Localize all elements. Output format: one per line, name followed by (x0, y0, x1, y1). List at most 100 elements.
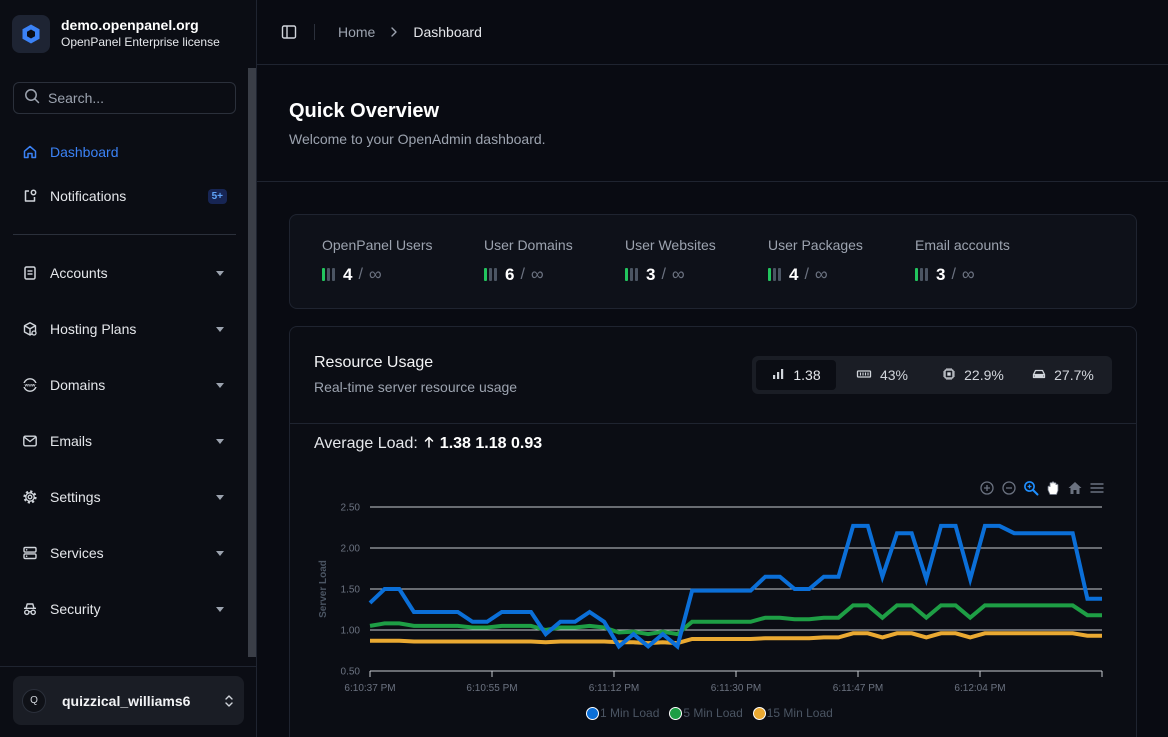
stat-limit: ∞ (961, 264, 975, 284)
resource-tabs: 1.38 43% 22.9% 27.7% (752, 356, 1112, 394)
stat-limit: ∞ (368, 264, 382, 284)
brand[interactable]: demo.openpanel.org OpenPanel Enterprise … (0, 0, 256, 68)
selection-zoom-icon[interactable] (1022, 479, 1040, 497)
x-tick-label: 6:12:04 PM (954, 683, 1005, 694)
y-tick-label: 0.50 (341, 667, 361, 678)
sidebar-item-emails[interactable]: Emails (13, 423, 236, 459)
load-bars-icon (771, 367, 785, 383)
tab-label: 43% (879, 367, 909, 383)
y-axis-label: Server Load (318, 560, 329, 618)
sidebar-item-accounts[interactable]: Accounts (13, 255, 236, 291)
legend-marker (752, 706, 766, 720)
legend-marker (669, 706, 683, 720)
usage-bars-icon (484, 268, 497, 281)
legend-label: 5 Min Load (683, 706, 743, 720)
legend-label: 1 Min Load (600, 706, 660, 720)
stat-user-domains: User Domains 6 / ∞ (484, 237, 573, 285)
package-icon (22, 321, 38, 337)
sidebar-scroll-area: Dashboard Notifications 5+ Accounts (0, 68, 247, 666)
chevron-right-icon (390, 27, 398, 37)
x-tick-label: 6:10:55 PM (466, 683, 517, 694)
brand-title: demo.openpanel.org (61, 17, 199, 33)
stat-limit: ∞ (671, 264, 685, 284)
legend-item-1min[interactable]: 1 Min Load (586, 706, 659, 720)
legend-item-5min[interactable]: 5 Min Load (669, 706, 743, 720)
stat-label: User Packages (768, 237, 863, 253)
sidebar-toggle-icon[interactable] (280, 23, 298, 41)
chevron-down-icon (216, 606, 224, 612)
sidebar-item-notifications[interactable]: Notifications 5+ (13, 178, 236, 214)
sidebar-divider (13, 234, 236, 235)
cpu-icon (942, 367, 956, 384)
arrow-up-icon (424, 435, 434, 453)
y-tick-label: 2.50 (341, 503, 361, 514)
page-title: Quick Overview (289, 100, 440, 122)
top-bar: Home Dashboard (257, 0, 1168, 65)
stat-value: 4 (343, 264, 353, 284)
chart-toolbar (978, 479, 1106, 497)
user-menu-button[interactable]: Q quizzical_williams6 (13, 676, 244, 725)
chevrons-up-down-icon (224, 694, 234, 708)
sidebar-item-label: Hosting Plans (50, 321, 137, 337)
svg-text:www: www (24, 383, 36, 388)
stat-label: OpenPanel Users (322, 237, 433, 253)
sidebar-item-label: Dashboard (50, 144, 119, 160)
y-tick-label: 2.00 (341, 544, 361, 555)
stat-separator: / (661, 265, 666, 283)
user-footer: Q quizzical_williams6 (0, 666, 256, 737)
sidebar-item-domains[interactable]: www Domains (13, 367, 236, 403)
stat-value: 3 (646, 264, 656, 284)
stat-label: User Domains (484, 237, 573, 253)
user-name: quizzical_williams6 (62, 692, 191, 709)
y-tick-label: 1.00 (341, 626, 361, 637)
stat-user-websites: User Websites 3 / ∞ (625, 237, 716, 285)
tab-cpu[interactable]: 22.9% (928, 360, 1018, 390)
stats-card: OpenPanel Users 4 / ∞ User Domains 6 / ∞ (289, 214, 1137, 309)
stat-openpanel-users: OpenPanel Users 4 / ∞ (322, 237, 433, 285)
stat-email-accounts: Email accounts 3 / ∞ (915, 237, 1010, 285)
stat-limit: ∞ (814, 264, 828, 284)
usage-bars-icon (768, 268, 781, 281)
chevron-down-icon (216, 382, 224, 388)
tab-label: 27.7% (1054, 367, 1094, 383)
average-load: Average Load: 1.38 1.18 0.93 (314, 435, 542, 453)
pan-hand-icon[interactable] (1044, 479, 1062, 497)
server-icon (22, 545, 38, 561)
avatar: Q (22, 688, 46, 713)
zoom-in-icon[interactable] (978, 479, 996, 497)
sidebar-item-security[interactable]: Security (13, 591, 236, 627)
legend-marker (586, 706, 599, 720)
reset-home-icon[interactable] (1066, 479, 1084, 497)
zoom-out-icon[interactable] (1000, 479, 1018, 497)
chevron-down-icon (216, 270, 224, 276)
user-card-icon (22, 265, 38, 281)
stat-separator: / (358, 265, 363, 283)
search-input[interactable] (48, 90, 218, 106)
chevron-down-icon (216, 326, 224, 332)
incognito-icon (22, 601, 38, 617)
search-box[interactable] (13, 82, 236, 114)
sidebar-item-settings[interactable]: Settings (13, 479, 236, 515)
sidebar-item-hosting-plans[interactable]: Hosting Plans (13, 311, 236, 347)
tab-disk[interactable]: 27.7% (1018, 360, 1108, 390)
sidebar-item-services[interactable]: Services (13, 535, 236, 571)
load-line-chart[interactable]: 2.50 2.00 1.50 1.00 0.50 6:10:37 PM 6:10:55 PM… (290, 497, 1136, 697)
gear-icon (22, 489, 38, 505)
stat-separator: / (804, 265, 809, 283)
stat-value: 3 (936, 264, 946, 284)
tab-memory[interactable]: 43% (836, 360, 928, 390)
legend-label: 15 Min Load (766, 706, 833, 720)
page-subtitle: Welcome to your OpenAdmin dashboard. (289, 131, 546, 147)
sidebar-item-dashboard[interactable]: Dashboard (13, 134, 236, 170)
resource-usage-card: Resource Usage Real-time server resource… (289, 326, 1137, 737)
breadcrumb-home[interactable]: Home (338, 24, 375, 40)
tab-label: 1.38 (793, 367, 821, 383)
tab-load[interactable]: 1.38 (756, 360, 836, 390)
legend-item-15min[interactable]: 15 Min Load (752, 706, 833, 720)
sidebar-scrollbar[interactable] (248, 68, 256, 657)
sidebar-item-label: Settings (50, 489, 101, 505)
stat-separator: / (520, 265, 525, 283)
brand-subtitle: OpenPanel Enterprise license (61, 35, 220, 49)
tab-label: 22.9% (964, 367, 1004, 383)
menu-icon[interactable] (1088, 479, 1106, 497)
